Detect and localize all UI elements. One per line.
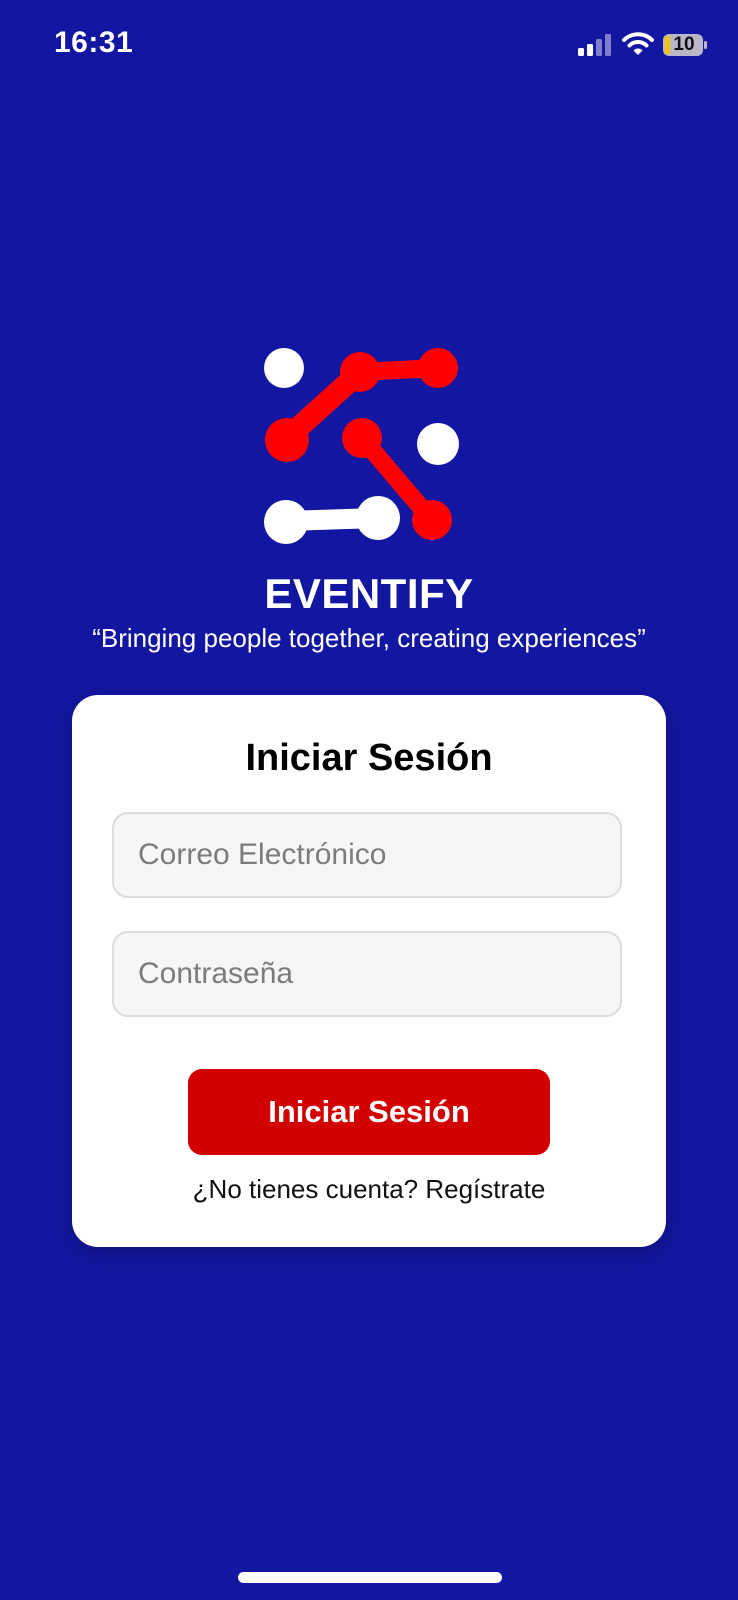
login-button[interactable]: Iniciar Sesión	[188, 1069, 550, 1155]
app-name: EVENTIFY	[264, 570, 474, 617]
password-field[interactable]	[112, 931, 622, 1017]
register-link[interactable]: ¿No tienes cuenta? Regístrate	[72, 1174, 666, 1205]
battery-level: 10	[673, 34, 695, 55]
status-bar: 16:31 10	[0, 0, 738, 90]
home-indicator[interactable]	[238, 1572, 502, 1583]
status-time: 16:31	[54, 26, 134, 59]
login-title: Iniciar Sesión	[245, 737, 493, 779]
eventify-logo-icon	[264, 348, 459, 544]
email-field[interactable]	[112, 812, 622, 898]
app-tagline: “Bringing people together, creating expe…	[92, 623, 646, 653]
login-card: Iniciar Sesión Iniciar Sesión ¿No tienes…	[72, 695, 666, 1247]
wifi-icon	[622, 32, 654, 55]
signal-icon	[578, 34, 611, 56]
